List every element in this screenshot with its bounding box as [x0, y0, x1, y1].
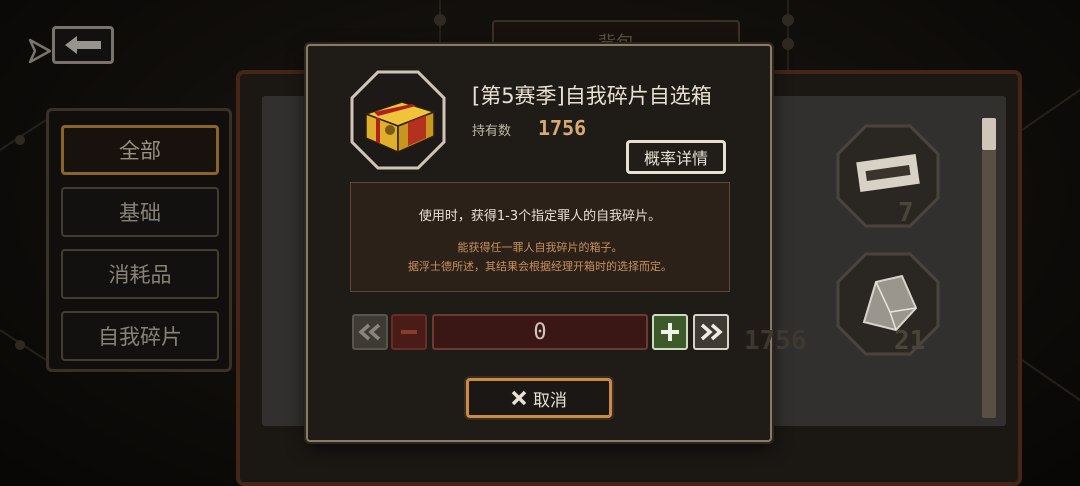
decrease-button[interactable]: [391, 314, 427, 350]
scrollbar-thumb[interactable]: [982, 118, 996, 150]
inventory-scrollbar[interactable]: [982, 118, 996, 418]
increase-button[interactable]: [652, 314, 688, 350]
quantity-field[interactable]: 0: [432, 314, 648, 350]
double-chevron-left-icon: [358, 323, 381, 341]
minus-icon: [401, 330, 417, 334]
description-flavor-1: 能获得任一罪人自我碎片的箱子。: [457, 241, 623, 254]
plus-icon: [661, 323, 679, 341]
owned-count: 1756: [538, 116, 587, 140]
inventory-item-ticket[interactable]: [836, 124, 940, 228]
owned-label: 持有数: [472, 124, 512, 139]
item-description: 使用时，获得1-3个指定罪人的自我碎片。 能获得任一罪人自我碎片的箱子。 据浮士…: [350, 182, 730, 292]
inventory-count: 7: [898, 198, 914, 228]
increase-max-button[interactable]: [693, 314, 729, 350]
inventory-count: 21: [894, 326, 926, 356]
description-flavor-2: 据浮士德所述，其结果会根据经理开箱时的选择而定。: [408, 260, 672, 273]
double-chevron-right-icon: [700, 323, 723, 341]
probability-details-button[interactable]: 概率详情: [626, 140, 726, 174]
item-title: [第5赛季]自我碎片自选箱: [472, 84, 712, 108]
cancel-button[interactable]: 取消: [466, 378, 612, 418]
description-main: 使用时，获得1-3个指定罪人的自我碎片。: [418, 209, 662, 224]
cancel-label: 取消: [533, 390, 567, 411]
decrease-max-button[interactable]: [352, 314, 388, 350]
close-icon: [511, 390, 527, 406]
box-icon: [350, 70, 446, 170]
inventory-count: 1756: [744, 326, 807, 356]
